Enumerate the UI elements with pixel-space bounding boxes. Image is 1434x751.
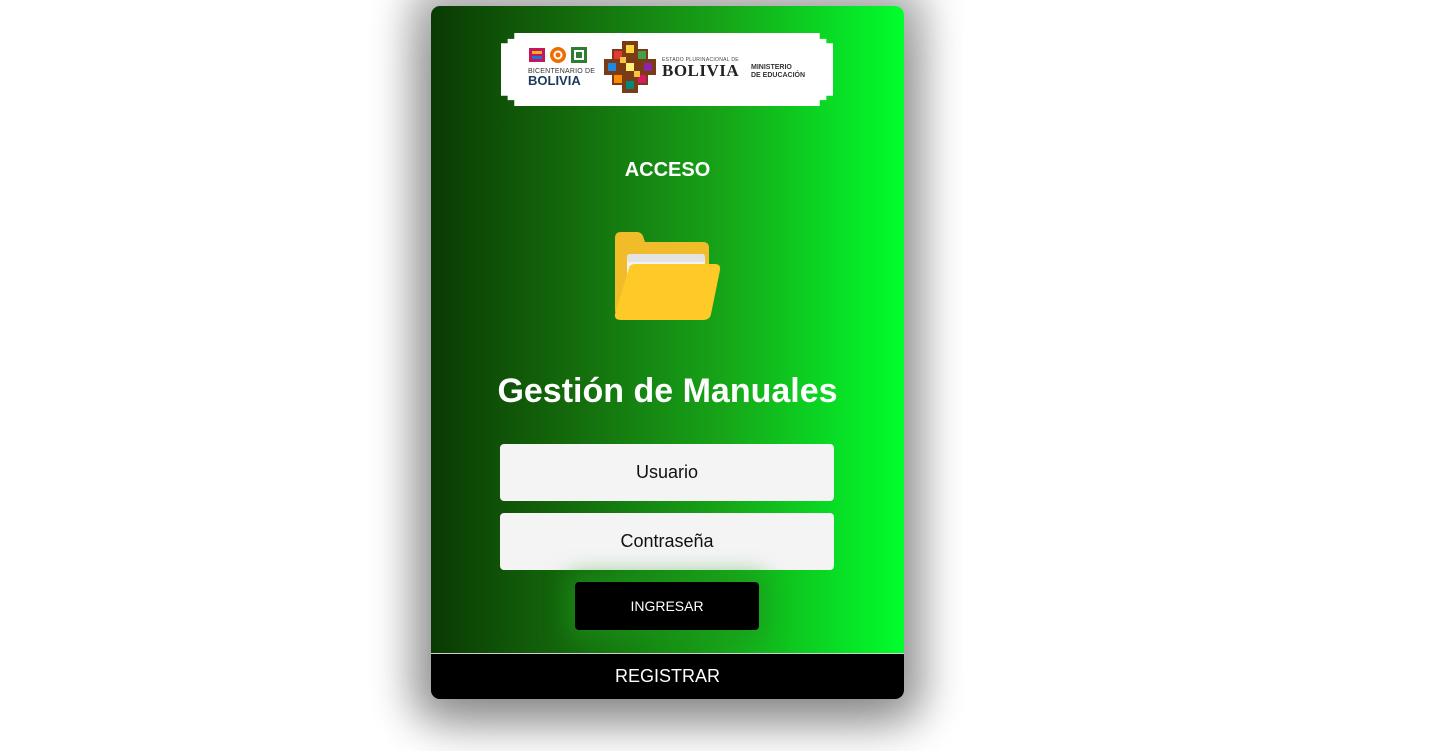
bicentenario-logo: BICENTENARIO DE BOLIVIA [528, 46, 595, 96]
password-input[interactable] [500, 513, 834, 570]
login-button[interactable]: INGRESAR [575, 582, 759, 630]
username-input[interactable] [500, 444, 834, 501]
access-heading: ACCESO [624, 159, 711, 181]
ministerio-logo: MINISTERIO DE EDUCACIÓN [751, 64, 805, 80]
estado-logo: ESTADO PLURINACIONAL DE BOLIVIA [662, 57, 739, 79]
estado-name: BOLIVIA [662, 61, 740, 80]
ministerio-line2: DE EDUCACIÓN [751, 72, 806, 79]
ministerio-line1: MINISTERIO [751, 64, 792, 71]
chakana-emblem [604, 41, 656, 93]
institutional-banner: BICENTENARIO DE BOLIVIA ESTADO PLURINACI… [501, 33, 833, 106]
register-button[interactable]: REGISTRAR [431, 653, 904, 699]
login-card: BICENTENARIO DE BOLIVIA ESTADO PLURINACI… [431, 6, 904, 699]
bicentenario-symbols [528, 46, 594, 64]
folder-icon [614, 232, 721, 320]
page-title: Gestión de Manuales [497, 372, 838, 410]
bicentenario-name: BOLIVIA [528, 73, 581, 88]
